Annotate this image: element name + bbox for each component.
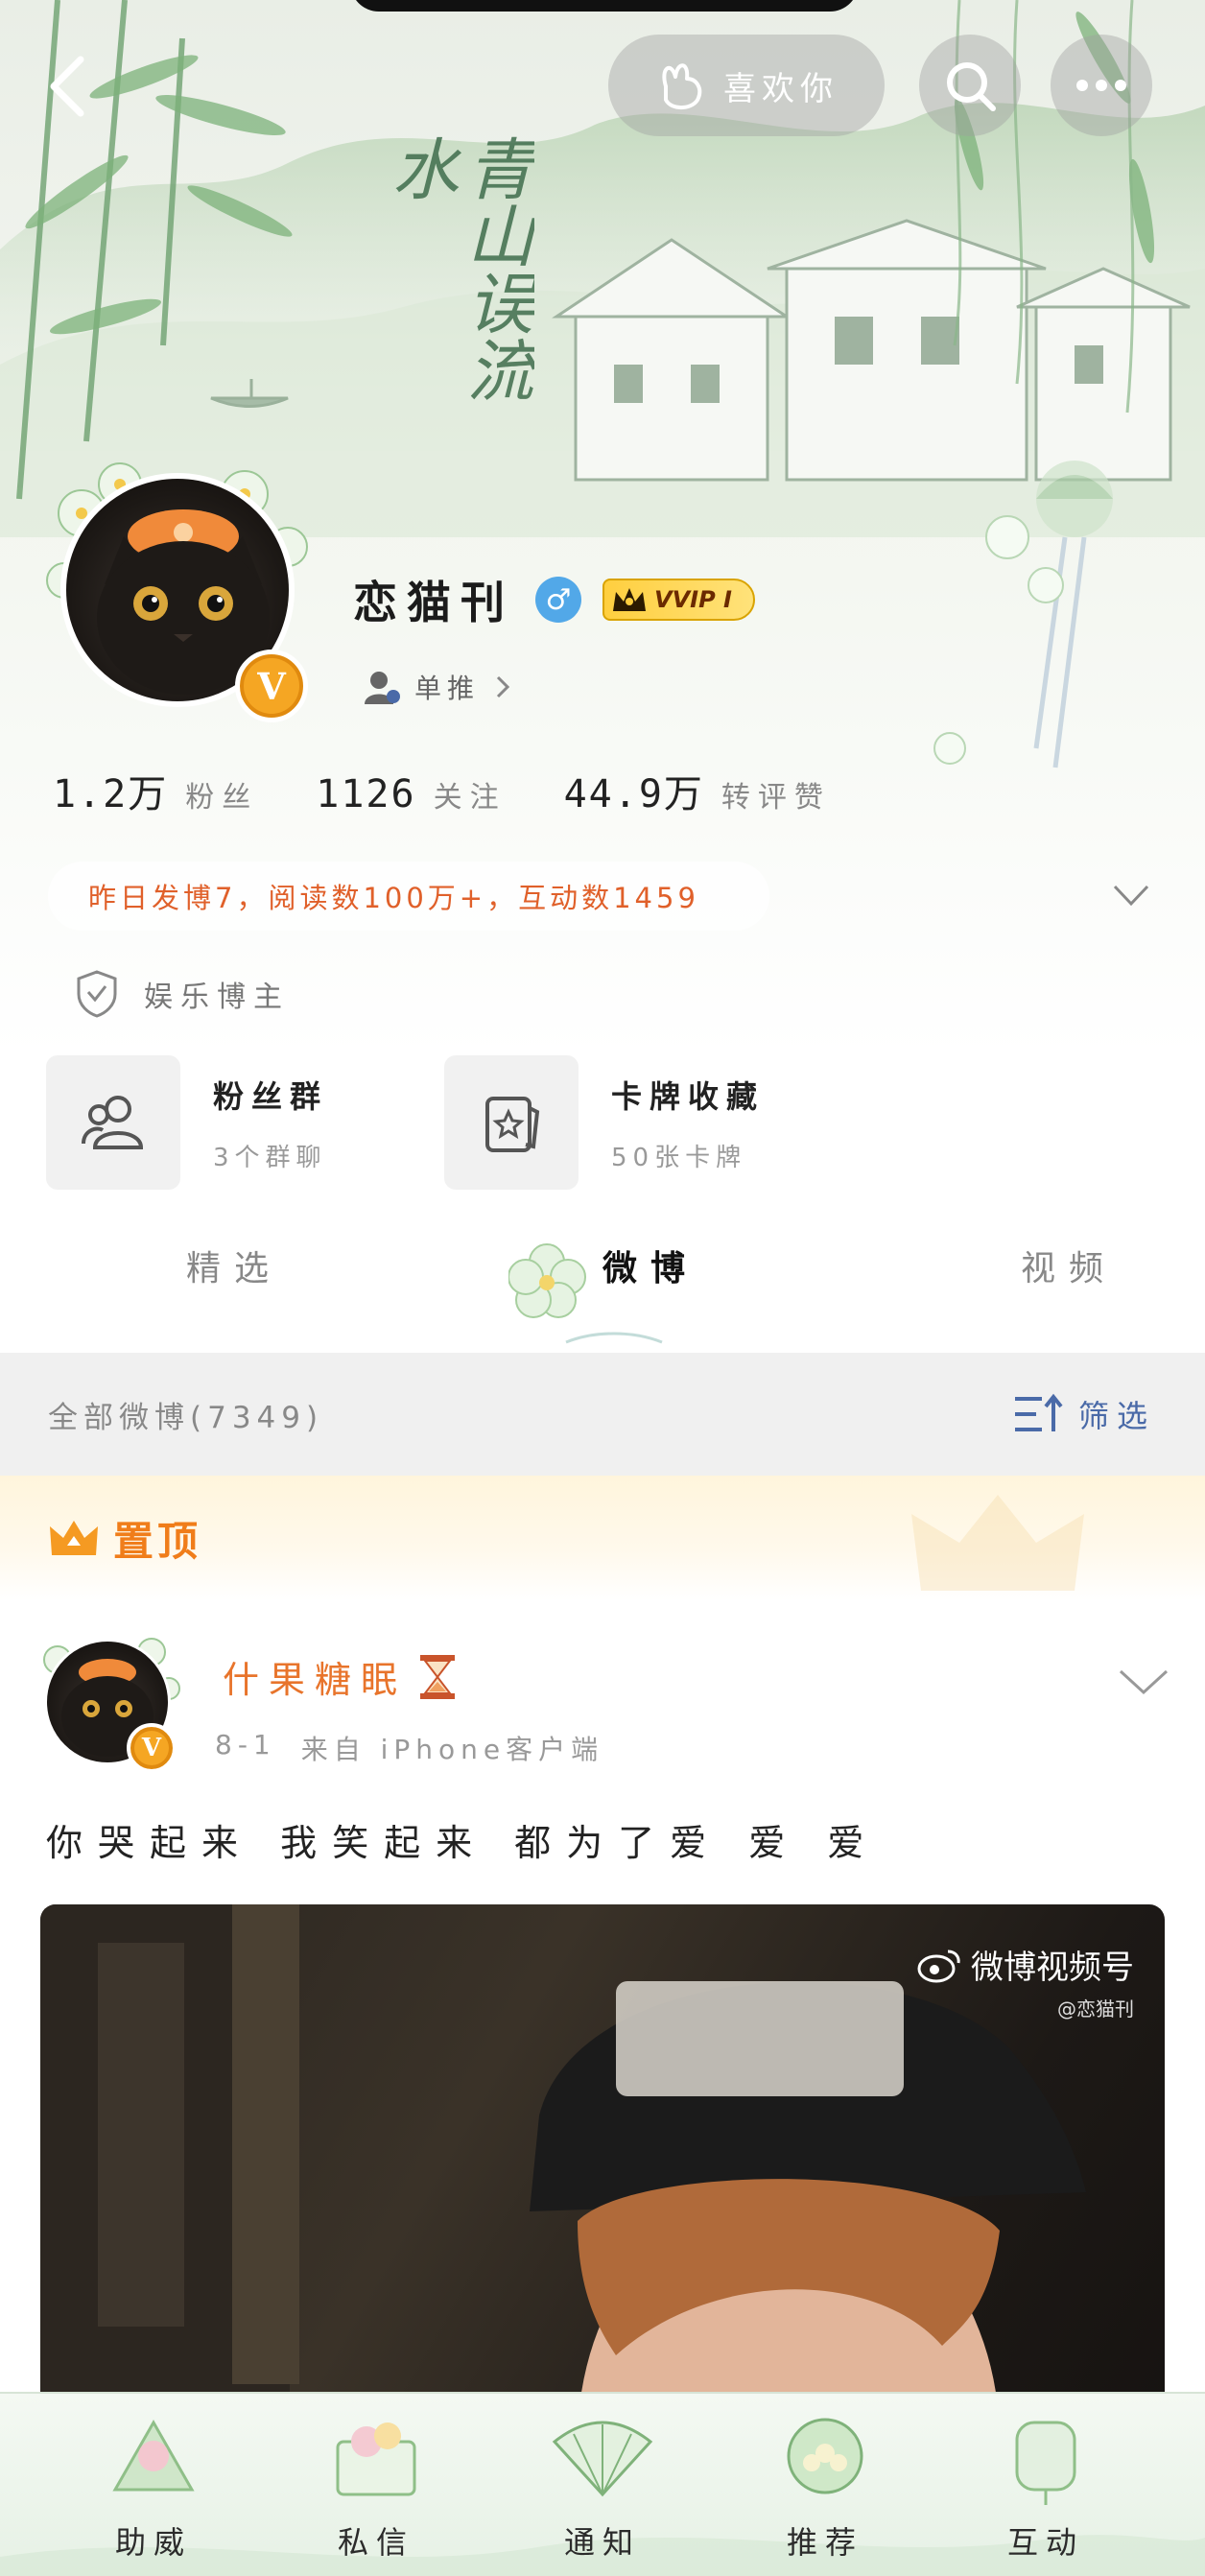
- stat-label: 关注: [433, 781, 507, 815]
- fan-group-icon-box: [46, 1055, 180, 1190]
- flower-tea-icon: [787, 2418, 863, 2494]
- nav-label: 私信: [337, 2524, 414, 2561]
- filter-bar: 全部微博(7349) 筛选: [0, 1353, 1205, 1476]
- more-button[interactable]: [1051, 35, 1152, 136]
- username: 恋猫刊: [353, 577, 514, 628]
- feature-cards: 粉丝群 3个群聊 卡牌收藏 50张卡牌: [46, 1055, 842, 1190]
- shield-check-icon: [77, 970, 117, 1018]
- stat-value: 1.2万: [53, 772, 169, 816]
- watermark-handle: @恋猫刊: [1057, 1997, 1134, 2021]
- filter-sort-icon: [1014, 1393, 1063, 1431]
- vvip-label: VVIP I: [654, 586, 732, 613]
- nav-messages[interactable]: 私信: [280, 2403, 472, 2576]
- search-button[interactable]: [919, 35, 1021, 136]
- star-card-icon: [485, 1097, 540, 1152]
- people-group-icon: [82, 1096, 144, 1149]
- nav-label: 互动: [1006, 2524, 1084, 2561]
- stat-label: 转评赞: [721, 781, 831, 815]
- video-watermark: 微博视频号 @恋猫刊: [915, 1941, 1134, 2021]
- profile-avatar[interactable]: V: [43, 456, 312, 724]
- author-name-text: 什果糖眠: [223, 1659, 408, 1701]
- bunny-hand-icon: [662, 63, 702, 109]
- filter-label: 筛选: [1077, 1398, 1155, 1434]
- back-button[interactable]: [40, 48, 98, 125]
- tab-weibo[interactable]: 微博: [602, 1241, 698, 1290]
- crown-icon: [613, 588, 646, 611]
- crown-icon: [50, 1521, 98, 1555]
- post-author-avatar[interactable]: V: [36, 1631, 180, 1775]
- nav-recommend[interactable]: 推荐: [729, 2403, 921, 2576]
- flower-envelope-icon: [336, 2422, 416, 2496]
- card-subtitle: 50张卡牌: [611, 1143, 747, 1172]
- crown-watermark-icon: [911, 1495, 1084, 1591]
- tab-video[interactable]: 视频: [1021, 1241, 1117, 1290]
- like-you-button[interactable]: 喜欢你: [608, 35, 885, 136]
- search-icon: [947, 62, 996, 111]
- filter-button[interactable]: 筛选: [1013, 1392, 1155, 1436]
- profile-banner: 喜欢你 青山误流水 V 恋猫刊 ♂ VVIP I 单推 1.2万 粉丝 1126…: [0, 0, 1205, 1055]
- post-source: 来自 iPhone客户端: [300, 1734, 604, 1765]
- cheer-fan-icon: [112, 2419, 195, 2492]
- verified-v-badge: V: [235, 650, 308, 722]
- pinned-header: 置顶: [0, 1476, 1205, 1600]
- user-push-icon: [365, 672, 400, 704]
- tab-featured[interactable]: 精选: [186, 1241, 282, 1290]
- post-author-name[interactable]: 什果糖眠: [223, 1650, 459, 1703]
- more-dots-icon: [1076, 80, 1126, 91]
- nav-cheer[interactable]: 助威: [58, 2403, 249, 2576]
- banner-calligraphy: 青山误流水: [381, 134, 534, 403]
- bottom-nav: 助威 私信 通知 推荐 互动: [0, 2392, 1205, 2576]
- fan-push-button[interactable]: 单推: [363, 659, 512, 715]
- stat-interactions[interactable]: 44.9万 转评赞: [564, 763, 831, 818]
- activity-summary[interactable]: 昨日发博7，阅读数100万+，互动数1459: [48, 862, 769, 931]
- chevron-left-icon: [50, 56, 84, 117]
- weibo-logo-icon: [917, 1950, 960, 1982]
- lantern-icon: [1015, 2421, 1076, 2505]
- creator-role[interactable]: 娱乐博主: [75, 967, 290, 1021]
- profile-name-row: 恋猫刊 ♂ VVIP I: [353, 566, 755, 633]
- stat-following[interactable]: 1126 关注: [316, 772, 506, 816]
- nav-interact[interactable]: 互动: [950, 2403, 1142, 2576]
- folding-fan-icon: [552, 2421, 653, 2497]
- stat-followers[interactable]: 1.2万 粉丝: [53, 763, 258, 818]
- post-text: 你哭起来 我笑起来 都为了爱 爱 爱: [46, 1822, 880, 1864]
- post-menu-chevron-icon[interactable]: [1117, 1664, 1170, 1702]
- post-meta: 8-1 来自 iPhone客户端: [215, 1729, 603, 1767]
- profile-stats: 1.2万 粉丝 1126 关注 44.9万 转评赞: [53, 763, 888, 824]
- profile-tabs: 精选 微博 视频: [0, 1214, 1205, 1348]
- nav-label: 通知: [563, 2524, 641, 2561]
- stat-value: 1126: [316, 772, 416, 816]
- male-gender-icon: ♂: [535, 577, 581, 623]
- stat-label: 粉丝: [185, 781, 259, 815]
- device-notch: [350, 0, 859, 12]
- pinned-label: 置顶: [113, 1517, 202, 1565]
- card-title: 粉丝群: [213, 1077, 329, 1115]
- fan-push-label: 单推: [414, 673, 481, 704]
- card-subtitle: 3个群聊: [213, 1143, 327, 1172]
- all-posts-count: 全部微博(7349): [48, 1400, 324, 1435]
- card-title: 卡牌收藏: [611, 1077, 766, 1115]
- like-you-label: 喜欢你: [723, 69, 839, 108]
- chevron-right-icon: [496, 675, 510, 698]
- card-collection-icon-box: [444, 1055, 579, 1190]
- nav-label: 推荐: [786, 2524, 863, 2561]
- watermark-main-text: 微博视频号: [971, 1949, 1134, 1987]
- card-fan-group[interactable]: 粉丝群 3个群聊: [46, 1055, 444, 1190]
- card-card-collection[interactable]: 卡牌收藏 50张卡牌: [444, 1055, 842, 1190]
- role-label: 娱乐博主: [144, 981, 290, 1014]
- hourglass-icon: [420, 1654, 456, 1699]
- nav-notifications[interactable]: 通知: [507, 2403, 698, 2576]
- vvip-badge[interactable]: VVIP I: [602, 579, 755, 621]
- post-date: 8-1: [215, 1729, 276, 1761]
- chevron-down-icon[interactable]: [1111, 879, 1151, 913]
- verified-v-badge: V: [127, 1723, 177, 1773]
- nav-label: 助威: [114, 2524, 192, 2561]
- stat-value: 44.9万: [563, 772, 704, 816]
